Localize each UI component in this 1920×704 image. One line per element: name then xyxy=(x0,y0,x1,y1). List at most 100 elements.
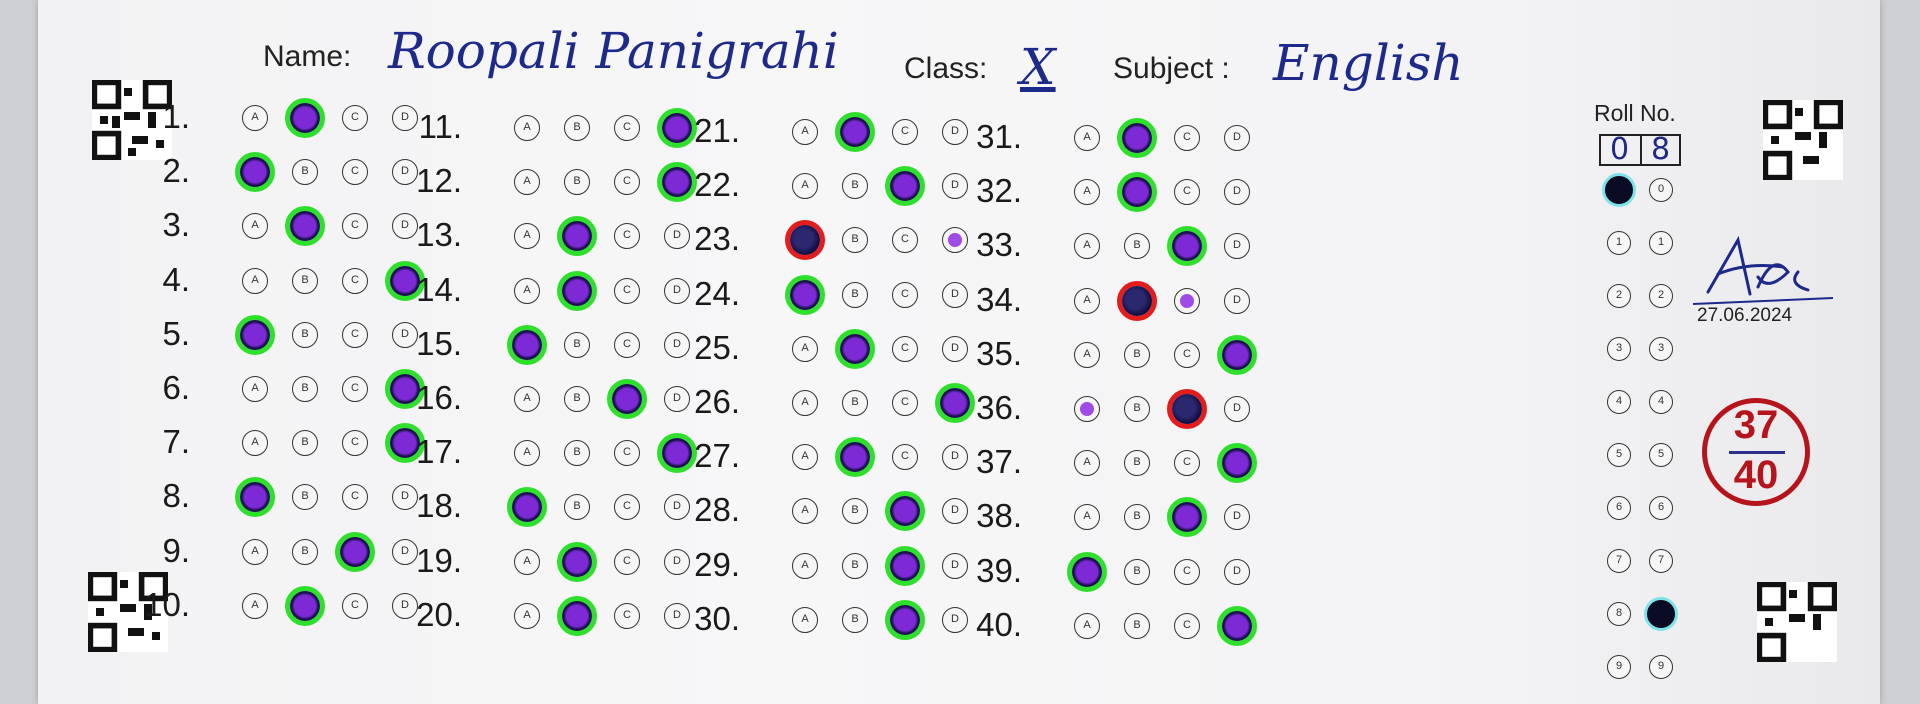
option-bubble[interactable]: B xyxy=(292,159,318,186)
option-bubble[interactable]: B xyxy=(842,390,868,416)
option-bubble[interactable]: C xyxy=(892,444,918,471)
option-bubble[interactable]: B xyxy=(564,386,590,412)
roll-digit-bubble[interactable]: 1 xyxy=(1607,231,1631,255)
option-bubble[interactable]: C xyxy=(892,390,918,416)
option-bubble[interactable]: C xyxy=(892,281,918,308)
option-bubble[interactable]: A xyxy=(514,115,540,141)
roll-digit-bubble[interactable]: 5 xyxy=(1607,443,1631,467)
option-bubble[interactable]: D xyxy=(1224,125,1250,151)
option-bubble[interactable]: C xyxy=(614,115,640,141)
roll-digit-bubble[interactable]: 2 xyxy=(1649,284,1673,308)
option-bubble[interactable]: A xyxy=(1074,125,1100,151)
option-bubble[interactable]: C xyxy=(342,592,368,619)
option-bubble[interactable]: B xyxy=(842,173,868,200)
option-bubble[interactable]: A xyxy=(792,119,818,145)
roll-digit-bubble[interactable]: 7 xyxy=(1607,549,1631,573)
option-bubble[interactable]: C xyxy=(614,169,640,196)
option-bubble[interactable]: A xyxy=(792,552,818,579)
option-bubble[interactable]: A xyxy=(514,386,540,412)
option-bubble[interactable]: C xyxy=(892,119,918,145)
option-bubble[interactable]: B xyxy=(1124,396,1150,422)
option-bubble[interactable]: A xyxy=(792,335,818,362)
option-bubble[interactable]: A xyxy=(242,267,268,294)
roll-digit-bubble[interactable]: 2 xyxy=(1607,284,1631,308)
option-bubble[interactable]: A xyxy=(242,538,268,565)
option-bubble[interactable]: B xyxy=(564,331,590,358)
option-bubble[interactable]: A xyxy=(242,376,268,402)
option-bubble[interactable]: A xyxy=(514,602,540,629)
option-bubble[interactable]: A xyxy=(792,606,818,633)
option-bubble[interactable]: A xyxy=(242,592,268,619)
option-bubble[interactable]: C xyxy=(892,335,918,362)
option-bubble[interactable]: C xyxy=(342,321,368,348)
option-bubble[interactable]: B xyxy=(842,606,868,633)
option-bubble[interactable]: C xyxy=(1174,341,1200,368)
option-bubble[interactable]: B xyxy=(1124,558,1150,585)
option-bubble[interactable]: C xyxy=(1174,612,1200,639)
option-bubble[interactable]: C xyxy=(614,548,640,575)
option-bubble[interactable]: A xyxy=(242,430,268,457)
roll-digit-bubble[interactable]: 4 xyxy=(1607,390,1631,414)
roll-digit-bubble[interactable]: 9 xyxy=(1649,655,1673,679)
option-bubble[interactable]: B xyxy=(564,440,590,467)
question-number: 28. xyxy=(694,491,740,529)
roll-digit-bubble[interactable]: 9 xyxy=(1607,655,1631,679)
roll-digit-bubble[interactable]: 8 xyxy=(1607,602,1631,626)
roll-digit-bubble[interactable]: 4 xyxy=(1649,390,1673,414)
option-bubble[interactable]: D xyxy=(1224,287,1250,314)
option-bubble[interactable]: B xyxy=(1124,612,1150,639)
option-bubble[interactable]: D xyxy=(1224,558,1250,585)
option-bubble[interactable]: D xyxy=(1224,179,1250,206)
question-number: 9. xyxy=(162,531,190,569)
option-bubble[interactable]: B xyxy=(842,281,868,308)
roll-digit-bubble[interactable]: 1 xyxy=(1649,231,1673,255)
option-bubble[interactable]: B xyxy=(292,267,318,294)
roll-digit-bubble[interactable]: 3 xyxy=(1607,337,1631,361)
option-bubble[interactable]: C xyxy=(614,602,640,629)
option-bubble[interactable]: B xyxy=(292,376,318,402)
option-bubble[interactable]: B xyxy=(564,115,590,141)
option-bubble[interactable]: C xyxy=(614,331,640,358)
option-bubble[interactable]: B xyxy=(1124,450,1150,477)
roll-digit-bubble[interactable]: 7 xyxy=(1649,549,1673,573)
option-bubble[interactable]: A xyxy=(792,173,818,200)
roll-digit-bubble[interactable]: 6 xyxy=(1649,496,1673,520)
roll-digit-bubble[interactable]: 3 xyxy=(1649,337,1673,361)
option-bubble[interactable]: B xyxy=(292,538,318,565)
option-bubble[interactable]: A xyxy=(1074,287,1100,314)
option-bubble[interactable]: A xyxy=(1074,450,1100,477)
roll-digit-bubble[interactable]: 0 xyxy=(1649,178,1673,202)
option-bubble[interactable]: C xyxy=(342,430,368,457)
roll-label: Roll No. xyxy=(1594,100,1676,126)
question-number: 8. xyxy=(162,477,190,515)
option-bubble[interactable]: A xyxy=(1074,179,1100,206)
option-bubble[interactable]: A xyxy=(514,548,540,575)
option-bubble[interactable]: B xyxy=(1124,341,1150,368)
option-bubble[interactable]: A xyxy=(792,444,818,471)
option-bubble[interactable]: C xyxy=(614,440,640,467)
option-bubble[interactable]: A xyxy=(1074,612,1100,639)
option-bubble[interactable]: D xyxy=(1224,396,1250,422)
option-bubble[interactable]: C xyxy=(342,267,368,294)
option-bubble[interactable]: C xyxy=(342,376,368,402)
option-bubble[interactable]: A xyxy=(514,277,540,304)
option-bubble[interactable]: C xyxy=(1174,558,1200,585)
option-bubble[interactable]: B xyxy=(292,430,318,457)
option-bubble[interactable]: B xyxy=(292,321,318,348)
option-bubble[interactable]: B xyxy=(564,169,590,196)
option-bubble[interactable]: C xyxy=(1174,179,1200,206)
option-bubble[interactable]: C xyxy=(614,277,640,304)
question-number: 36. xyxy=(976,389,1022,426)
option-bubble[interactable]: C xyxy=(342,159,368,186)
option-bubble[interactable]: A xyxy=(242,105,268,131)
option-bubble[interactable]: C xyxy=(342,105,368,131)
option-bubble[interactable]: A xyxy=(514,169,540,196)
option-bubble[interactable]: C xyxy=(1174,450,1200,477)
option-bubble[interactable]: A xyxy=(1074,341,1100,368)
option-bubble[interactable]: B xyxy=(842,552,868,579)
roll-digit-bubble[interactable]: 6 xyxy=(1607,496,1631,520)
option-bubble[interactable]: A xyxy=(514,440,540,467)
option-bubble[interactable]: A xyxy=(792,390,818,416)
option-bubble[interactable]: C xyxy=(1174,125,1200,151)
roll-digit-bubble[interactable]: 5 xyxy=(1649,443,1673,467)
